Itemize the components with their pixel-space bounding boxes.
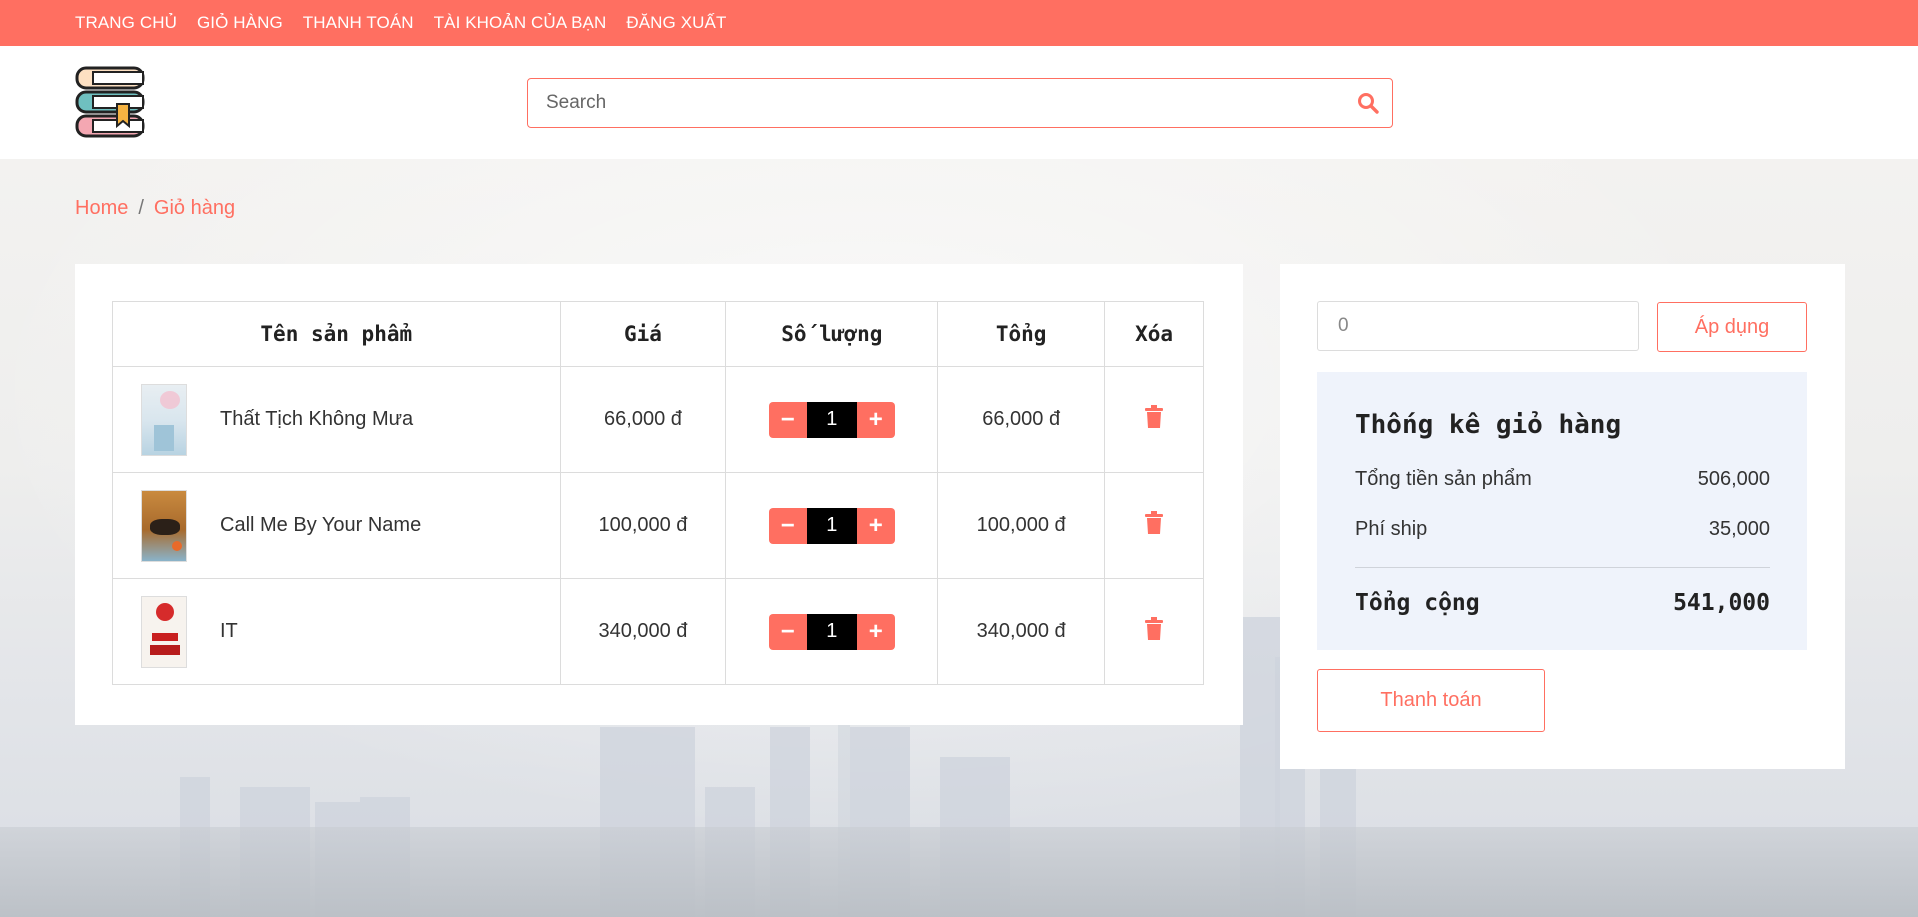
table-header-row: Tên sản phẩm Giá Số lượng Tổng Xóa [112,301,1204,367]
decrease-quantity-button[interactable]: − [768,507,807,544]
trash-icon[interactable] [1144,404,1164,429]
product-thumbnail[interactable] [141,595,187,668]
search-box [527,78,1393,128]
nav-item-logout[interactable]: ĐĂNG XUẤT [626,13,726,33]
column-header-qty: Số lượng [725,301,939,367]
column-header-price: Giá [559,301,727,367]
product-total: 66,000 đ [937,366,1106,473]
cart-panel: Tên sản phẩm Giá Số lượng Tổng Xóa Thất … [75,264,1243,725]
cart-summary-panel: 0 Áp dụng Thống kê giỏ hàng Tổng tiền sả… [1280,264,1845,769]
delete-cell [1104,472,1204,579]
shipping-value: 35,000 [1708,518,1770,540]
trash-icon[interactable] [1144,510,1164,535]
product-cell: Thất Tịch Không Mưa [112,366,561,473]
breadcrumb: Home / Giỏ hàng [75,197,235,220]
product-name[interactable]: IT [220,620,238,643]
quantity-stepper: − 1 + [768,613,895,650]
decrease-quantity-button[interactable]: − [768,401,807,438]
product-name[interactable]: Thất Tịch Không Mưa [220,408,413,431]
subtotal-label: Tổng tiền sản phẩm [1355,468,1532,490]
cart-stats: Thống kê giỏ hàng Tổng tiền sản phẩm 506… [1317,372,1807,650]
product-total: 340,000 đ [937,578,1106,685]
product-name[interactable]: Call Me By Your Name [220,514,421,537]
shipping-label: Phí ship [1355,518,1428,540]
column-header-delete: Xóa [1104,301,1204,367]
shipping-row: Phí ship 35,000 [1355,518,1770,541]
site-header [0,46,1918,159]
product-cell: Call Me By Your Name [112,472,561,579]
quantity-cell: − 1 + [725,578,939,685]
table-row: Call Me By Your Name 100,000 đ − 1 + 100… [112,472,1204,579]
nav-item-account[interactable]: TÀI KHOẢN CỦA BẠN [434,13,607,33]
logo-books-icon[interactable] [73,64,151,140]
grand-total-value: 541,000 [1673,590,1770,616]
quantity-stepper: − 1 + [768,507,895,544]
product-total: 100,000 đ [937,472,1106,579]
increase-quantity-button[interactable]: + [856,507,895,544]
product-thumbnail[interactable] [141,383,187,456]
product-cell: IT [112,578,561,685]
apply-coupon-button[interactable]: Áp dụng [1657,302,1807,352]
subtotal-row: Tổng tiền sản phẩm 506,000 [1355,468,1770,491]
product-price: 66,000 đ [559,366,727,473]
top-nav: TRANG CHỦ GIỎ HÀNG THANH TOÁN TÀI KHOẢN … [0,0,1918,46]
table-row: Thất Tịch Không Mưa 66,000 đ − 1 + 66,00… [112,366,1204,473]
breadcrumb-current[interactable]: Giỏ hàng [154,197,235,220]
breadcrumb-separator: / [138,197,144,219]
quantity-stepper: − 1 + [768,401,895,438]
coupon-input[interactable]: 0 [1317,301,1639,351]
search-input[interactable] [546,79,1326,126]
increase-quantity-button[interactable]: + [856,401,895,438]
increase-quantity-button[interactable]: + [856,613,895,650]
quantity-value[interactable]: 1 [806,613,857,650]
quantity-cell: − 1 + [725,472,939,579]
grand-total-label: Tổng cộng [1355,590,1480,616]
product-price: 100,000 đ [559,472,727,579]
cart-table: Tên sản phẩm Giá Số lượng Tổng Xóa Thất … [112,301,1204,685]
quantity-cell: − 1 + [725,366,939,473]
trash-icon[interactable] [1144,616,1164,641]
nav-item-home[interactable]: TRANG CHỦ [75,13,177,33]
search-icon[interactable] [1356,91,1380,115]
delete-cell [1104,366,1204,473]
product-price: 340,000 đ [559,578,727,685]
stats-title: Thống kê giỏ hàng [1355,410,1622,440]
delete-cell [1104,578,1204,685]
table-row: IT 340,000 đ − 1 + 340,000 đ [112,578,1204,685]
quantity-value[interactable]: 1 [806,507,857,544]
column-header-total: Tổng [937,301,1106,367]
decrease-quantity-button[interactable]: − [768,613,807,650]
quantity-value[interactable]: 1 [806,401,857,438]
checkout-button[interactable]: Thanh toán [1317,669,1545,732]
grand-total-row: Tổng cộng 541,000 [1355,590,1770,616]
column-header-name: Tên sản phẩm [112,301,561,367]
nav-item-cart[interactable]: GIỎ HÀNG [197,13,283,33]
divider [1355,567,1770,568]
subtotal-value: 506,000 [1697,468,1770,490]
breadcrumb-home-link[interactable]: Home [75,197,128,220]
nav-item-checkout[interactable]: THANH TOÁN [303,13,414,33]
product-thumbnail[interactable] [141,489,187,562]
